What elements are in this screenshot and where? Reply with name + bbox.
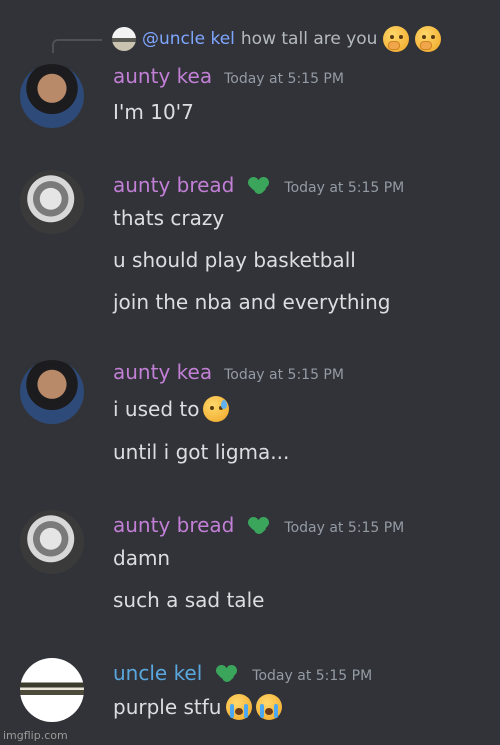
timestamp: Today at 5:15 PM: [284, 180, 405, 196]
username[interactable]: aunty kea: [113, 360, 212, 384]
reply-mention[interactable]: @uncle kel: [142, 29, 235, 49]
message-text: i used to: [113, 396, 230, 422]
role-icon[interactable]: [246, 513, 272, 537]
message-text: I'm 10'7: [113, 100, 194, 124]
message-text: purple stfu: [113, 694, 282, 720]
reply-preview[interactable]: @uncle kel how tall are you: [112, 26, 442, 52]
sad-but-relieved-face-icon: [203, 396, 230, 422]
avatar[interactable]: [20, 170, 84, 234]
timestamp: Today at 5:15 PM: [284, 520, 405, 536]
timestamp: Today at 5:15 PM: [224, 367, 344, 383]
username[interactable]: uncle kel: [113, 661, 202, 685]
reply-text[interactable]: how tall are you: [241, 29, 378, 49]
thinking-face-icon: [383, 26, 410, 52]
message-text: damn: [113, 546, 171, 570]
loudly-crying-face-icon: [225, 694, 252, 720]
message-text: join the nba and everything: [113, 290, 391, 314]
username[interactable]: aunty bread: [113, 173, 234, 197]
watermark: imgflip.com: [3, 729, 68, 742]
avatar[interactable]: [20, 658, 84, 722]
username[interactable]: aunty bread: [113, 513, 234, 537]
timestamp: Today at 5:15 PM: [224, 71, 344, 87]
role-icon[interactable]: [246, 173, 272, 197]
message-header: aunty kea Today at 5:15 PM: [113, 64, 344, 88]
avatar[interactable]: [20, 360, 84, 424]
message-text: until i got ligma...: [113, 440, 290, 464]
timestamp: Today at 5:15 PM: [252, 668, 373, 684]
thinking-face-icon: [415, 26, 442, 52]
message-text: such a sad tale: [113, 588, 265, 612]
avatar[interactable]: [20, 64, 84, 128]
username[interactable]: aunty kea: [113, 64, 212, 88]
message-text: u should play basketball: [113, 248, 356, 272]
loudly-crying-face-icon: [255, 694, 282, 720]
message-header: aunty kea Today at 5:15 PM: [113, 360, 344, 384]
reply-connector: [52, 39, 102, 53]
reply-avatar[interactable]: [112, 27, 136, 51]
role-icon[interactable]: [214, 661, 240, 685]
message-header: uncle kel Today at 5:15 PM: [113, 658, 372, 685]
avatar[interactable]: [20, 510, 84, 574]
message-header: aunty bread Today at 5:15 PM: [113, 510, 404, 537]
message-text: thats crazy: [113, 206, 225, 230]
message-header: aunty bread Today at 5:15 PM: [113, 170, 404, 197]
